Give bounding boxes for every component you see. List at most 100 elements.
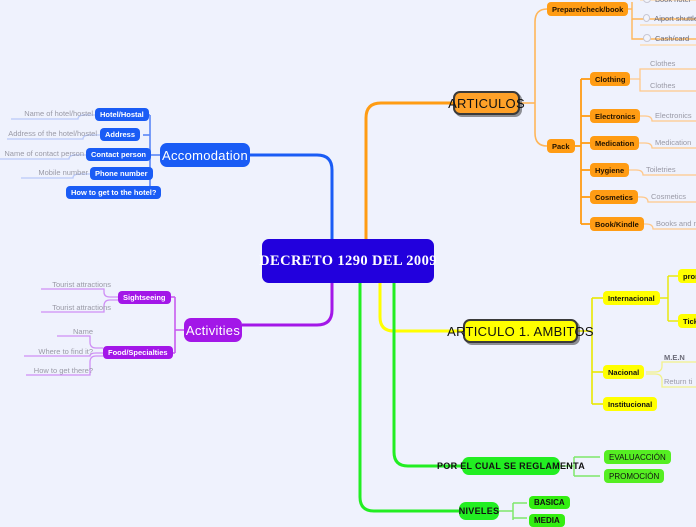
- node-clothing-label: Clothing: [595, 74, 626, 84]
- node-clothing[interactable]: Clothing: [590, 72, 631, 86]
- leaf-medication: Medication: [655, 137, 696, 148]
- branch-niveles[interactable]: NIVELES: [459, 502, 499, 520]
- node-food-specialties[interactable]: Food/Specialties: [103, 346, 173, 359]
- leaf-toiletries-label: Toiletries: [646, 165, 676, 174]
- leaf-books-and-more: Books and m: [656, 218, 696, 229]
- leaf-tourist-attractions-2: Tourist attractions: [41, 302, 111, 313]
- leaf-book-hotel-label: Book hotel: [655, 0, 690, 4]
- node-how-to-get-hotel[interactable]: How to get to the hotel?: [66, 186, 162, 199]
- node-hotel-hostal-label: Hotel/Hostal: [100, 110, 144, 119]
- node-how-to-get-hotel-label: How to get to the hotel?: [71, 188, 157, 197]
- leaf-tourist-attractions-2-label: Tourist attractions: [52, 303, 111, 312]
- leaf-cash-card: Cash/card: [643, 33, 696, 44]
- leaf-toiletries: Toiletries: [646, 164, 692, 175]
- node-cosmetics[interactable]: Cosmetics: [590, 190, 638, 204]
- node-internacional-child-tick-label: Tick: [683, 316, 696, 326]
- node-evaluaccion-label: EVALUACCIÓN: [609, 452, 666, 462]
- node-phone-number-label: Phone number: [95, 169, 148, 178]
- node-medication[interactable]: Medication: [590, 136, 640, 150]
- node-institucional[interactable]: Institucional: [603, 397, 658, 411]
- leaf-where-to-find-it-label: Where to find it?: [38, 347, 93, 356]
- leaf-cash-card-label: Cash/card: [655, 34, 690, 43]
- branch-activities[interactable]: Activities: [184, 318, 242, 342]
- leaf-book-hotel: Book hotel: [643, 0, 696, 5]
- node-book-kindle-label: Book/Kindle: [595, 219, 639, 229]
- node-electronics[interactable]: Electronics: [590, 109, 641, 123]
- node-medication-label: Medication: [595, 138, 635, 148]
- node-internacional[interactable]: Internacional: [603, 291, 660, 305]
- leaf-mobile-number: Mobile number: [21, 167, 88, 178]
- node-basica-label: BASICA: [534, 498, 565, 507]
- node-sightseeing-label: Sightseeing: [123, 293, 166, 302]
- node-hygiene-label: Hygiene: [595, 165, 625, 175]
- branch-niveles-label: NIVELES: [458, 506, 500, 516]
- node-pack[interactable]: Pack: [547, 139, 575, 153]
- leaf-men-label: M.E.N: [664, 353, 685, 362]
- checkbox-icon: [643, 14, 651, 22]
- branch-articulos-label: ARTICULOS: [448, 95, 525, 111]
- leaf-address-of-hotel: Address of the hotel/hostel: [7, 128, 97, 139]
- leaf-food-name-label: Name: [72, 327, 93, 336]
- node-promocion-label: PROMOCIÓN: [609, 471, 660, 481]
- branch-accomodation[interactable]: Accomodation: [160, 143, 250, 167]
- node-address-label: Address: [105, 130, 136, 139]
- node-hotel-hostal[interactable]: Hotel/Hostal: [95, 108, 149, 121]
- checkbox-icon: [643, 0, 651, 3]
- node-nacional[interactable]: Nacional: [603, 365, 645, 379]
- leaf-address-of-hotel-label: Address of the hotel/hostel: [8, 129, 97, 138]
- leaf-airport-shuttle: Aiport shuttle: [643, 13, 696, 24]
- node-internacional-child-tick[interactable]: Tick: [678, 314, 696, 328]
- branch-articulos[interactable]: ARTICULOS: [448, 91, 525, 115]
- node-book-kindle[interactable]: Book/Kindle: [590, 217, 644, 231]
- node-prepare-check-book[interactable]: Prepare/check/book: [547, 2, 629, 16]
- leaf-name-of-hotel-label: Name of hotel/hostel: [24, 109, 93, 118]
- mindmap-canvas: DECRETO 1290 DEL 2009 Accomodation Hotel…: [0, 0, 696, 527]
- branch-reglamenta-label: POR EL CUAL SE REGLAMENTA: [437, 461, 586, 471]
- node-cosmetics-label: Cosmetics: [595, 192, 633, 202]
- node-internacional-label: Internacional: [608, 293, 655, 303]
- leaf-how-to-get-there: How to get there?: [26, 365, 93, 376]
- branch-reglamenta[interactable]: POR EL CUAL SE REGLAMENTA: [437, 457, 585, 475]
- leaf-name-of-contact: Name of contact person: [0, 148, 84, 159]
- leaf-clothes-2: Clothes: [650, 80, 696, 91]
- branch-ambitos[interactable]: ARTICULO 1. AMBITOS: [447, 319, 594, 343]
- node-media[interactable]: MEDIA: [529, 514, 565, 527]
- node-phone-number[interactable]: Phone number: [90, 167, 153, 180]
- node-institucional-label: Institucional: [608, 399, 653, 409]
- node-nacional-label: Nacional: [608, 367, 640, 377]
- leaf-name-of-contact-label: Name of contact person: [4, 149, 84, 158]
- node-internacional-child-prom[interactable]: prom: [678, 269, 696, 283]
- node-sightseeing[interactable]: Sightseeing: [118, 291, 171, 304]
- central-node[interactable]: DECRETO 1290 DEL 2009: [259, 239, 437, 283]
- node-contact-person-label: Contact person: [91, 150, 147, 159]
- node-prepare-check-book-label: Prepare/check/book: [552, 4, 624, 14]
- node-address[interactable]: Address: [100, 128, 141, 141]
- node-evaluaccion[interactable]: EVALUACCIÓN: [604, 450, 671, 464]
- leaf-clothes-1: Clothes: [650, 58, 696, 69]
- node-hygiene[interactable]: Hygiene: [590, 163, 630, 177]
- leaf-tourist-attractions-1: Tourist attractions: [41, 279, 111, 290]
- leaf-electronics-label: Electronics: [655, 111, 692, 120]
- node-contact-person[interactable]: Contact person: [86, 148, 152, 161]
- node-food-specialties-label: Food/Specialties: [108, 348, 168, 357]
- leaf-where-to-find-it: Where to find it?: [24, 346, 93, 357]
- node-media-label: MEDIA: [534, 516, 560, 525]
- leaf-airport-shuttle-label: Aiport shuttle: [654, 14, 696, 23]
- leaf-cosmetics-label: Cosmetics: [651, 192, 687, 201]
- node-electronics-label: Electronics: [595, 111, 636, 121]
- leaf-tourist-attractions-1-label: Tourist attractions: [52, 280, 111, 289]
- leaf-name-of-hotel: Name of hotel/hostel: [11, 108, 93, 119]
- branch-activities-label: Activities: [185, 322, 241, 338]
- checkbox-icon: [643, 34, 651, 42]
- branch-accomodation-label: Accomodation: [162, 147, 248, 163]
- leaf-medication-label: Medication: [655, 138, 692, 147]
- node-pack-label: Pack: [552, 141, 570, 151]
- node-promocion[interactable]: PROMOCIÓN: [604, 469, 665, 483]
- branch-ambitos-label: ARTICULO 1. AMBITOS: [447, 323, 594, 339]
- leaf-clothes-1-label: Clothes: [650, 59, 676, 68]
- central-node-label: DECRETO 1290 DEL 2009: [259, 252, 437, 269]
- leaf-return-time-label: Return ti: [664, 377, 693, 386]
- node-basica[interactable]: BASICA: [529, 496, 570, 509]
- leaf-mobile-number-label: Mobile number: [38, 168, 88, 177]
- node-internacional-child-prom-label: prom: [683, 271, 696, 281]
